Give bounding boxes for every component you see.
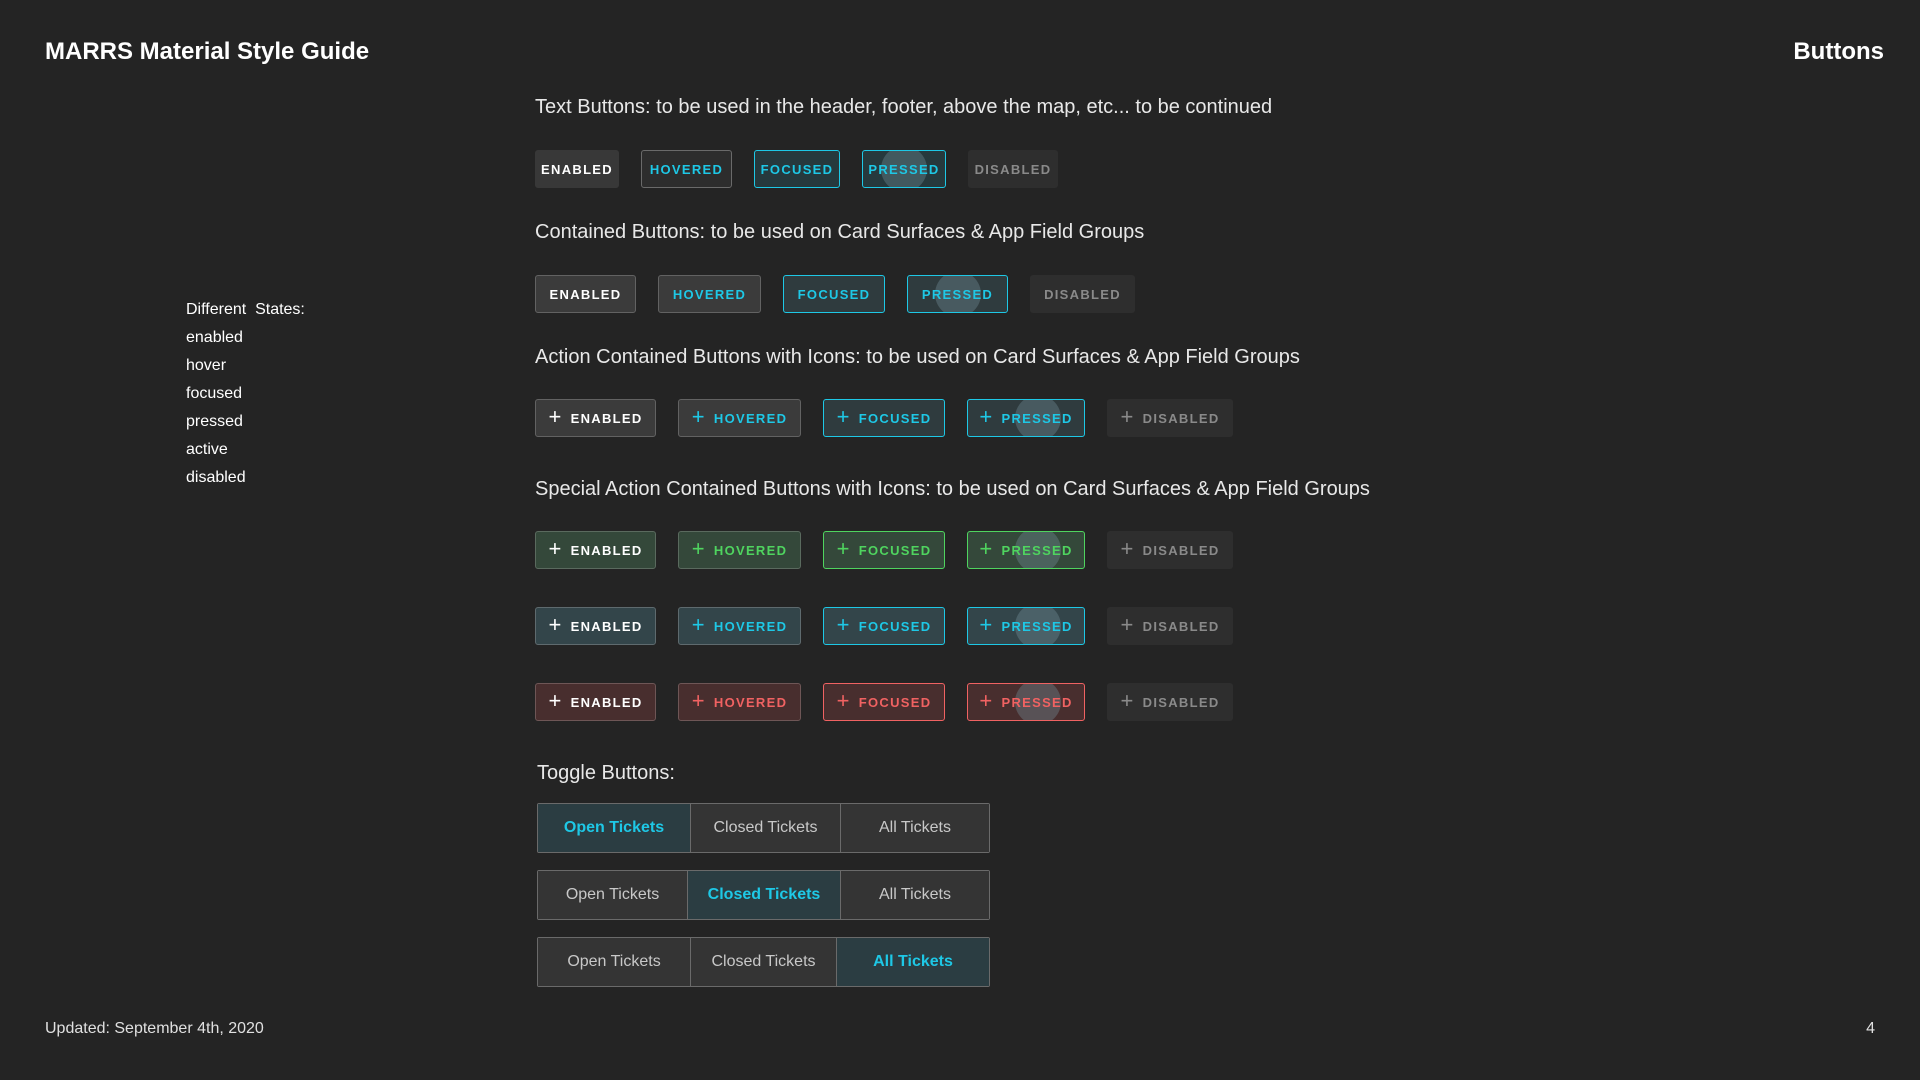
page-number: 4 bbox=[1866, 1020, 1875, 1037]
text-button-pressed[interactable]: PRESSED bbox=[862, 150, 946, 188]
plus-icon: + bbox=[691, 688, 706, 713]
section-heading-special-action: Special Action Contained Buttons with Ic… bbox=[535, 478, 1370, 500]
toggle-all-tickets[interactable]: All Tickets bbox=[841, 804, 989, 852]
text-button-disabled: DISABLED bbox=[968, 150, 1058, 188]
plus-icon: + bbox=[1120, 612, 1135, 637]
special-blue-button-enabled[interactable]: + ENABLED bbox=[535, 607, 656, 645]
plus-icon: + bbox=[1120, 404, 1135, 429]
plus-icon: + bbox=[691, 404, 706, 429]
special-blue-button-hovered[interactable]: + HOVERED bbox=[678, 607, 801, 645]
action-button-disabled: + DISABLED bbox=[1107, 399, 1233, 437]
action-button-focused[interactable]: + FOCUSED bbox=[823, 399, 945, 437]
contained-button-focused[interactable]: FOCUSED bbox=[783, 275, 885, 313]
toggle-group-closed: Open Tickets Closed Tickets All Tickets bbox=[537, 870, 990, 920]
plus-icon: + bbox=[979, 688, 994, 713]
special-green-button-hovered[interactable]: + HOVERED bbox=[678, 531, 801, 569]
section-heading-action-contained: Action Contained Buttons with Icons: to … bbox=[535, 346, 1300, 368]
state-item: pressed bbox=[186, 413, 243, 430]
text-buttons-row: ENABLED HOVERED FOCUSED PRESSED DISABLED bbox=[535, 150, 1080, 188]
section-heading-toggle-buttons: Toggle Buttons: bbox=[537, 762, 675, 784]
plus-icon: + bbox=[691, 612, 706, 637]
state-item: enabled bbox=[186, 329, 243, 346]
special-red-row: + ENABLED + HOVERED + FOCUSED + PRESSED + DIS… bbox=[535, 683, 1255, 721]
special-green-button-enabled[interactable]: + ENABLED bbox=[535, 531, 656, 569]
state-item: disabled bbox=[186, 469, 246, 486]
states-list: Different States: enabled hover focused … bbox=[186, 296, 305, 492]
action-button-hovered[interactable]: + HOVERED bbox=[678, 399, 801, 437]
plus-icon: + bbox=[836, 404, 851, 429]
plus-icon: + bbox=[979, 612, 994, 637]
plus-icon: + bbox=[548, 612, 563, 637]
text-button-enabled[interactable]: ENABLED bbox=[535, 150, 619, 188]
plus-icon: + bbox=[836, 688, 851, 713]
states-heading: Different States: bbox=[186, 301, 305, 318]
updated-date: Updated: September 4th, 2020 bbox=[45, 1020, 264, 1037]
plus-icon: + bbox=[548, 688, 563, 713]
special-blue-row: + ENABLED + HOVERED + FOCUSED + PRESSED + DIS… bbox=[535, 607, 1255, 645]
toggle-open-tickets[interactable]: Open Tickets bbox=[538, 938, 691, 986]
action-buttons-row: + ENABLED + HOVERED + FOCUSED + PRESSED + DIS… bbox=[535, 399, 1255, 437]
state-item: focused bbox=[186, 385, 243, 402]
toggle-all-tickets[interactable]: All Tickets bbox=[837, 938, 989, 986]
state-item: hover bbox=[186, 357, 227, 374]
toggle-open-tickets[interactable]: Open Tickets bbox=[538, 871, 688, 919]
special-blue-button-pressed[interactable]: + PRESSED bbox=[967, 607, 1085, 645]
plus-icon: + bbox=[548, 404, 563, 429]
toggle-closed-tickets[interactable]: Closed Tickets bbox=[691, 938, 837, 986]
special-green-button-pressed[interactable]: + PRESSED bbox=[967, 531, 1085, 569]
contained-button-disabled: DISABLED bbox=[1030, 275, 1135, 313]
toggle-all-tickets[interactable]: All Tickets bbox=[841, 871, 989, 919]
plus-icon: + bbox=[979, 404, 994, 429]
plus-icon: + bbox=[979, 536, 994, 561]
special-green-button-focused[interactable]: + FOCUSED bbox=[823, 531, 945, 569]
special-red-button-enabled[interactable]: + ENABLED bbox=[535, 683, 656, 721]
action-button-enabled[interactable]: + ENABLED bbox=[535, 399, 656, 437]
special-red-button-disabled: + DISABLED bbox=[1107, 683, 1233, 721]
action-button-pressed[interactable]: + PRESSED bbox=[967, 399, 1085, 437]
state-item: active bbox=[186, 441, 228, 458]
toggle-closed-tickets[interactable]: Closed Tickets bbox=[688, 871, 841, 919]
special-red-button-hovered[interactable]: + HOVERED bbox=[678, 683, 801, 721]
contained-button-hovered[interactable]: HOVERED bbox=[658, 275, 761, 313]
special-blue-button-focused[interactable]: + FOCUSED bbox=[823, 607, 945, 645]
page-title: Buttons bbox=[1793, 38, 1884, 65]
contained-button-enabled[interactable]: ENABLED bbox=[535, 275, 636, 313]
toggle-group-all: Open Tickets Closed Tickets All Tickets bbox=[537, 937, 990, 987]
plus-icon: + bbox=[548, 536, 563, 561]
special-blue-button-disabled: + DISABLED bbox=[1107, 607, 1233, 645]
text-button-focused[interactable]: FOCUSED bbox=[754, 150, 840, 188]
plus-icon: + bbox=[1120, 688, 1135, 713]
toggle-open-tickets[interactable]: Open Tickets bbox=[538, 804, 691, 852]
text-button-hovered[interactable]: HOVERED bbox=[641, 150, 732, 188]
plus-icon: + bbox=[691, 536, 706, 561]
special-green-row: + ENABLED + HOVERED + FOCUSED + PRESSED + DIS… bbox=[535, 531, 1255, 569]
special-red-button-pressed[interactable]: + PRESSED bbox=[967, 683, 1085, 721]
special-red-button-focused[interactable]: + FOCUSED bbox=[823, 683, 945, 721]
contained-button-pressed[interactable]: PRESSED bbox=[907, 275, 1008, 313]
contained-buttons-row: ENABLED HOVERED FOCUSED PRESSED DISABLED bbox=[535, 275, 1157, 313]
toggle-closed-tickets[interactable]: Closed Tickets bbox=[691, 804, 841, 852]
toggle-group-open: Open Tickets Closed Tickets All Tickets bbox=[537, 803, 990, 853]
section-heading-text-buttons: Text Buttons: to be used in the header, … bbox=[535, 96, 1273, 118]
special-green-button-disabled: + DISABLED bbox=[1107, 531, 1233, 569]
plus-icon: + bbox=[1120, 536, 1135, 561]
plus-icon: + bbox=[836, 612, 851, 637]
section-heading-contained-buttons: Contained Buttons: to be used on Card Su… bbox=[535, 221, 1145, 243]
app-title: MARRS Material Style Guide bbox=[45, 38, 370, 65]
plus-icon: + bbox=[836, 536, 851, 561]
